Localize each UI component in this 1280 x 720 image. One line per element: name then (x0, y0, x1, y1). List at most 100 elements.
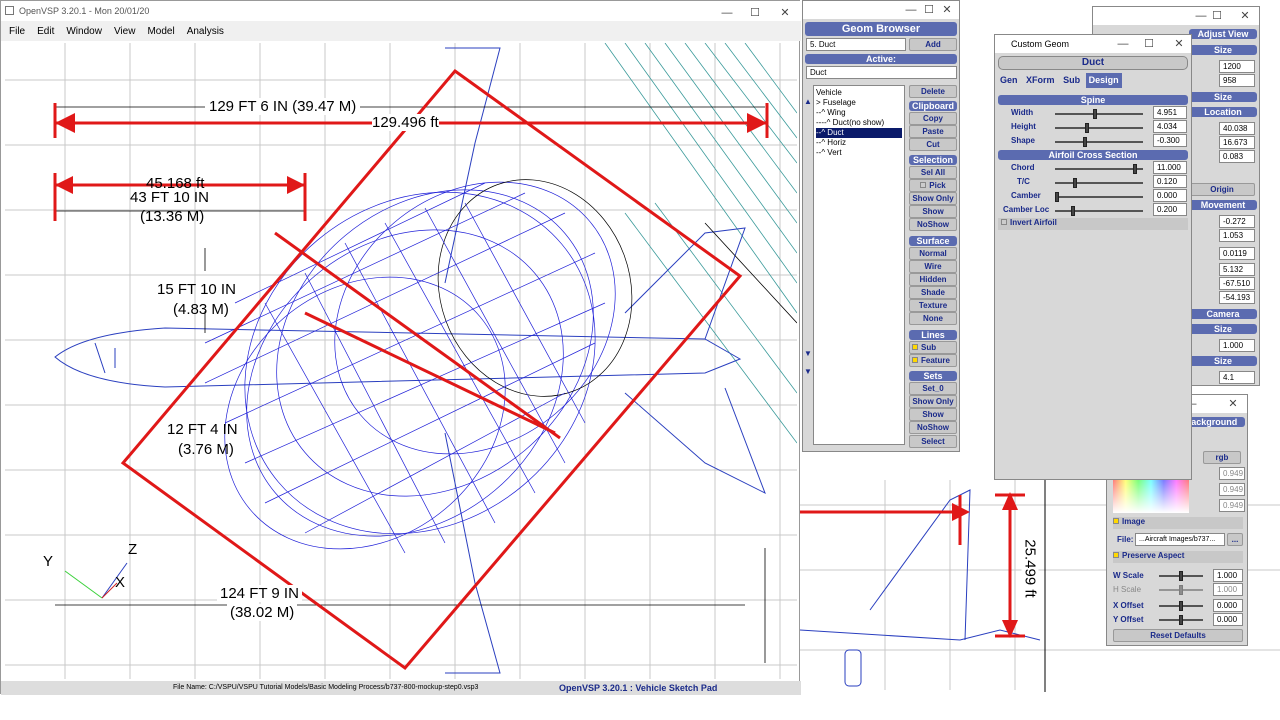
maximize-icon[interactable]: ☐ (741, 3, 769, 23)
preserve-aspect-toggle[interactable]: Preserve Aspect (1113, 551, 1243, 563)
tab-xform[interactable]: XForm (1023, 73, 1058, 88)
cut-button[interactable]: Cut (909, 138, 957, 151)
camber-slider[interactable] (1049, 192, 1149, 202)
mv6-field[interactable]: -54.193 (1219, 291, 1255, 304)
paste-button[interactable]: Paste (909, 125, 957, 138)
menu-analysis[interactable]: Analysis (187, 26, 224, 37)
width-field[interactable]: 1200 (1219, 60, 1255, 73)
sub-lines-toggle[interactable]: Sub (909, 341, 957, 354)
color-r-field[interactable]: 0.949 (1219, 467, 1245, 480)
shade-button[interactable]: Shade (909, 286, 957, 299)
tc-field[interactable]: 0.120 (1153, 175, 1187, 188)
xoffset-slider[interactable] (1153, 601, 1209, 611)
width-field[interactable]: 4.951 (1153, 106, 1187, 119)
tab-sub[interactable]: Sub (1060, 73, 1083, 88)
height-field[interactable]: 4.034 (1153, 120, 1187, 133)
tab-design[interactable]: Design (1085, 73, 1122, 88)
wscale-field[interactable]: 1.000 (1213, 569, 1243, 582)
scroll-arrows[interactable]: ▲ ▼ ▼ (804, 97, 812, 437)
hscale-slider[interactable] (1153, 585, 1209, 595)
file-browse-button[interactable]: ... (1227, 533, 1243, 546)
sets-noshow-button[interactable]: NoShow (909, 421, 957, 434)
tree-item-duct-noshow[interactable]: ----^ Duct(no show) (816, 118, 902, 128)
minimize-icon[interactable]: — (713, 3, 741, 23)
chord-field[interactable]: 11.000 (1153, 161, 1187, 174)
menu-edit[interactable]: Edit (37, 26, 54, 37)
add-button[interactable]: Add (909, 38, 957, 51)
close-icon[interactable]: ✕ (1231, 7, 1259, 25)
rgb-select[interactable]: rgb (1203, 451, 1241, 464)
menu-model[interactable]: Model (147, 26, 174, 37)
noshow-button[interactable]: NoShow (909, 218, 957, 231)
minimize-icon[interactable]: — (1109, 35, 1137, 53)
maximize-icon[interactable]: ☐ (1135, 35, 1163, 53)
menu-view[interactable]: View (114, 26, 136, 37)
camber-loc-slider[interactable] (1049, 206, 1149, 216)
loc-x-field[interactable]: 40.038 (1219, 122, 1255, 135)
hidden-button[interactable]: Hidden (909, 273, 957, 286)
wscale-slider[interactable] (1153, 571, 1209, 581)
maximize-icon[interactable]: ☐ (1203, 7, 1231, 25)
menu-window[interactable]: Window (66, 26, 102, 37)
pick-button[interactable]: Pick (909, 179, 957, 192)
active-name-field[interactable]: Duct (806, 66, 957, 79)
tab-gen[interactable]: Gen (997, 73, 1021, 88)
camber-field[interactable]: 0.000 (1153, 189, 1187, 202)
color-g-field[interactable]: 0.949 (1219, 483, 1245, 496)
close-icon[interactable]: ✕ (933, 1, 961, 19)
height-slider[interactable] (1049, 123, 1149, 133)
close-icon[interactable]: ✕ (771, 3, 799, 23)
sets-show-button[interactable]: Show (909, 408, 957, 421)
tc-slider[interactable] (1049, 178, 1149, 188)
tree-item-duct[interactable]: --^ Duct (816, 128, 902, 138)
close-icon[interactable]: ✕ (1219, 395, 1247, 413)
copy-button[interactable]: Copy (909, 112, 957, 125)
texture-button[interactable]: Texture (909, 299, 957, 312)
mv4-field[interactable]: 5.132 (1219, 263, 1255, 276)
file-field[interactable]: ...Aircraft Images/b737... (1135, 533, 1225, 546)
yoffset-field[interactable]: 0.000 (1213, 613, 1243, 626)
xoffset-field[interactable]: 0.000 (1213, 599, 1243, 612)
shape-slider[interactable] (1049, 137, 1149, 147)
geom-tree[interactable]: Vehicle > Fuselage --^ Wing ----^ Duct(n… (813, 85, 905, 445)
chord-slider[interactable] (1049, 164, 1149, 174)
tree-item-fuselage[interactable]: > Fuselage (816, 98, 902, 108)
wire-button[interactable]: Wire (909, 260, 957, 273)
viewport-canvas[interactable]: 129 FT 6 IN (39.47 M) 129.496 ft 45.168 … (5, 43, 797, 679)
hscale-field[interactable]: 1.000 (1213, 583, 1243, 596)
size4-field[interactable]: 4.1 (1219, 371, 1255, 384)
none-button[interactable]: None (909, 312, 957, 325)
yoffset-slider[interactable] (1153, 615, 1209, 625)
mv1-field[interactable]: -0.272 (1219, 215, 1255, 228)
select-button[interactable]: Select (909, 435, 957, 448)
size3-field[interactable]: 1.000 (1219, 339, 1255, 352)
reset-defaults-button[interactable]: Reset Defaults (1113, 629, 1243, 642)
geom-type-select[interactable]: 5. Duct (806, 38, 906, 51)
origin-button[interactable]: Origin (1189, 183, 1255, 196)
loc-z-field[interactable]: 0.083 (1219, 150, 1255, 163)
tree-item-wing[interactable]: --^ Wing (816, 108, 902, 118)
show-only-button[interactable]: Show Only (909, 192, 957, 205)
delete-button[interactable]: Delete (909, 85, 957, 98)
feature-lines-toggle[interactable]: Feature (909, 354, 957, 367)
tree-item-vehicle[interactable]: Vehicle (816, 88, 902, 98)
sets-show-only-button[interactable]: Show Only (909, 395, 957, 408)
menu-file[interactable]: File (9, 26, 25, 37)
shape-field[interactable]: -0.300 (1153, 134, 1187, 147)
height-field[interactable]: 958 (1219, 74, 1255, 87)
geom-name-field[interactable]: Duct (998, 56, 1188, 70)
tree-item-vert[interactable]: --^ Vert (816, 148, 902, 158)
show-button[interactable]: Show (909, 205, 957, 218)
tree-item-horiz[interactable]: --^ Horiz (816, 138, 902, 148)
loc-y-field[interactable]: 16.673 (1219, 136, 1255, 149)
camber-loc-field[interactable]: 0.200 (1153, 203, 1187, 216)
mv5-field[interactable]: -67.510 (1219, 277, 1255, 290)
mv3-field[interactable]: 0.0119 (1219, 247, 1255, 260)
mv2-field[interactable]: 1.053 (1219, 229, 1255, 242)
image-toggle[interactable]: Image (1113, 517, 1243, 529)
invert-airfoil-toggle[interactable]: Invert Airfoil (998, 218, 1188, 230)
color-b-field[interactable]: 0.949 (1219, 499, 1245, 512)
close-icon[interactable]: ✕ (1165, 35, 1193, 53)
surface-normal-select[interactable]: Normal (909, 247, 957, 260)
sel-all-button[interactable]: Sel All (909, 166, 957, 179)
